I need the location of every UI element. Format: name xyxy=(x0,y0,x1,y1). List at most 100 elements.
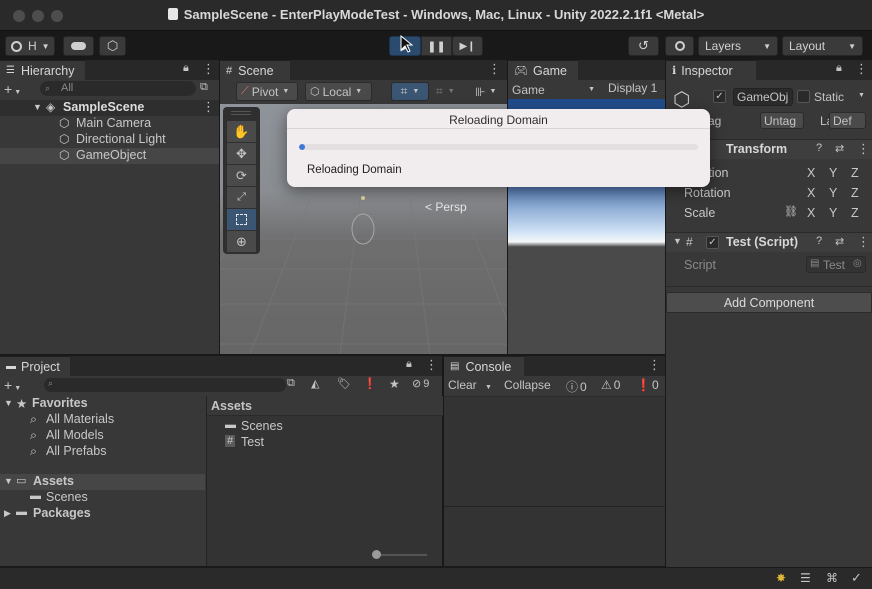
move-tool-button[interactable]: ✥ xyxy=(227,143,256,164)
favorites-item[interactable]: ⌕ All Materials xyxy=(0,412,205,428)
chevron-down-icon: ▼ xyxy=(14,89,22,96)
preset-icon[interactable]: ⇄ xyxy=(835,142,844,155)
help-icon[interactable]: ? xyxy=(816,235,822,247)
hierarchy-item-main-camera[interactable]: ⬡ Main Camera xyxy=(0,116,219,132)
persp-gizmo-label[interactable]: < Persp xyxy=(425,200,467,214)
increment-snap-button[interactable]: ⊪ ▼ xyxy=(475,83,507,100)
favorites-item[interactable]: ⌕ All Prefabs xyxy=(0,444,205,460)
account-button[interactable]: H ▼ xyxy=(5,36,55,56)
undo-history-button[interactable]: ↺ xyxy=(628,36,659,56)
file-item-scenes[interactable]: ▬ Scenes xyxy=(207,419,443,435)
scene-visibility-icon[interactable]: ⧉ xyxy=(200,81,208,94)
database-icon[interactable]: ☰ xyxy=(800,571,811,585)
help-icon[interactable]: ? xyxy=(816,142,822,154)
kebab-menu-icon[interactable]: ⋮ xyxy=(648,357,661,373)
error-count-toggle[interactable]: ❗0 xyxy=(636,378,659,392)
active-checkbox[interactable]: ✓ xyxy=(713,90,726,103)
kebab-menu-icon[interactable]: ⋮ xyxy=(425,357,438,373)
project-breadcrumb[interactable]: Assets xyxy=(207,396,443,416)
search-button[interactable] xyxy=(665,36,694,56)
object-name-field[interactable]: GameObj xyxy=(733,88,793,106)
assets-child-row[interactable]: ▬ Scenes xyxy=(0,490,205,506)
hierarchy-item-directional-light[interactable]: ⬡ Directional Light xyxy=(0,132,219,148)
hierarchy-item-gameobject[interactable]: ⬡ GameObject xyxy=(0,148,219,164)
title-bar: SampleScene - EnterPlayModeTest - Window… xyxy=(0,0,872,31)
local-dropdown[interactable]: ⬡ Local ▼ xyxy=(305,82,372,101)
object-picker-icon[interactable]: ◎ xyxy=(853,258,862,269)
rect-tool-button[interactable] xyxy=(227,209,256,230)
rotate-tool-button[interactable]: ⟳ xyxy=(227,165,256,186)
favorites-item[interactable]: ⌕ All Models xyxy=(0,428,205,444)
step-button[interactable]: ▶❙ xyxy=(452,36,483,56)
favorites-row[interactable]: ▼ ★ Favorites xyxy=(0,396,205,412)
filter-type-icon[interactable]: ◭ xyxy=(311,377,319,390)
chevron-down-icon[interactable]: ▼ xyxy=(858,92,865,99)
tab-game[interactable]: 🎮︎ Game xyxy=(508,60,578,80)
hidden-packages-toggle[interactable]: ⊘ 9 xyxy=(412,377,429,390)
bug-icon[interactable]: ✸ xyxy=(776,571,786,585)
game-mode-dropdown[interactable]: Game ▼ xyxy=(512,81,598,98)
log-count-toggle[interactable]: ⓘ 0 xyxy=(566,378,587,395)
hand-tool-button[interactable]: ✋ xyxy=(227,121,256,142)
favorite-star-icon[interactable]: ★ xyxy=(389,377,400,391)
tab-project[interactable]: ▬ Project xyxy=(0,356,70,376)
hierarchy-panel: ☰ Hierarchy 🔒︎ ⋮ + ▼ ⌕ All ⧉ ▼ ◈ SampleSc… xyxy=(0,60,219,354)
static-checkbox[interactable] xyxy=(797,90,810,103)
pivot-dropdown[interactable]: ⟋ Pivot ▼ xyxy=(236,82,298,101)
add-component-button[interactable]: Add Component xyxy=(666,292,872,313)
lock-icon[interactable]: 🔒︎ xyxy=(183,62,189,75)
layer-dropdown[interactable]: Def xyxy=(829,112,866,129)
file-item-test[interactable]: # Test xyxy=(207,435,443,451)
hierarchy-scene-row[interactable]: ▼ ◈ SampleScene ⋮ xyxy=(0,99,219,116)
tab-inspector[interactable]: ℹ Inspector xyxy=(666,60,756,80)
expand-arrow-icon[interactable]: ▼ xyxy=(33,102,42,112)
kebab-menu-icon[interactable]: ⋮ xyxy=(857,141,870,157)
tab-scene[interactable]: # Scene xyxy=(220,60,290,80)
scale-tool-button[interactable]: ⤢ xyxy=(227,187,256,208)
console-log-area[interactable] xyxy=(444,396,665,506)
warning-count-toggle[interactable]: ⚠ 0 xyxy=(601,378,620,392)
assets-row[interactable]: ▼ ▭ Assets xyxy=(0,474,205,490)
project-search-input[interactable]: ⌕ xyxy=(44,378,286,392)
hierarchy-search-input[interactable]: ⌕ All xyxy=(40,81,196,96)
kebab-menu-icon[interactable]: ⋮ xyxy=(488,61,501,77)
collapse-toggle[interactable]: Collapse xyxy=(504,378,551,392)
console-detail-area[interactable] xyxy=(444,506,665,566)
icon-size-slider[interactable] xyxy=(372,550,427,559)
console-clear-button[interactable]: Clear ▼ xyxy=(448,378,492,392)
script-component-header[interactable]: ▼ # ✓ Test (Script) ? ⇄ ⋮ xyxy=(666,232,872,252)
preset-icon[interactable]: ⇄ xyxy=(835,235,844,248)
drag-handle-icon[interactable] xyxy=(231,111,251,115)
display-dropdown[interactable]: Display 1 xyxy=(608,81,668,98)
slider-thumb[interactable] xyxy=(372,550,381,559)
hierarchy-create-button[interactable]: + ▼ xyxy=(4,81,21,97)
camera-gizmo[interactable] xyxy=(361,196,365,200)
kebab-menu-icon[interactable]: ⋮ xyxy=(857,234,870,250)
tag-dropdown[interactable]: Untag xyxy=(760,112,804,129)
layers-dropdown[interactable]: Layers ▼ xyxy=(698,36,778,56)
snap-increment-button[interactable]: ⌗ ▼ xyxy=(436,83,468,100)
filter-label-icon[interactable]: 🏷︎ xyxy=(337,377,351,390)
transform-tool-button[interactable]: ⊕ xyxy=(227,231,256,252)
check-circle-icon[interactable]: ✓ xyxy=(851,570,862,586)
tab-hierarchy[interactable]: ☰ Hierarchy xyxy=(0,60,85,80)
log-filter-icon[interactable]: ❗ xyxy=(363,377,377,390)
kebab-menu-icon[interactable]: ⋮ xyxy=(202,99,215,115)
packages-row[interactable]: ▶ ▬ Packages xyxy=(0,506,205,522)
project-create-button[interactable]: + ▼ xyxy=(4,377,21,393)
cloud-button[interactable] xyxy=(63,36,94,56)
script-object-field[interactable]: ▤ Test ◎ xyxy=(806,256,866,273)
link-icon[interactable]: ⛓︎ xyxy=(784,205,798,218)
kebab-menu-icon[interactable]: ⋮ xyxy=(202,61,215,77)
tab-console[interactable]: ▤ Console xyxy=(444,356,524,376)
grid-snap-toggle[interactable]: ⌗ ▼ xyxy=(391,82,429,101)
network-icon[interactable]: ⌘ xyxy=(826,571,838,585)
search-in-icon[interactable]: ⧉ xyxy=(287,377,295,390)
layout-dropdown[interactable]: Layout ▼ xyxy=(782,36,863,56)
enabled-checkbox[interactable]: ✓ xyxy=(706,236,719,249)
kebab-menu-icon[interactable]: ⋮ xyxy=(855,61,868,77)
lock-icon[interactable]: 🔒︎ xyxy=(406,358,412,371)
lock-icon[interactable]: 🔒︎ xyxy=(836,62,842,75)
pause-button[interactable]: ❚❚ xyxy=(421,36,452,56)
collab-button[interactable]: ⬡ xyxy=(99,36,126,56)
